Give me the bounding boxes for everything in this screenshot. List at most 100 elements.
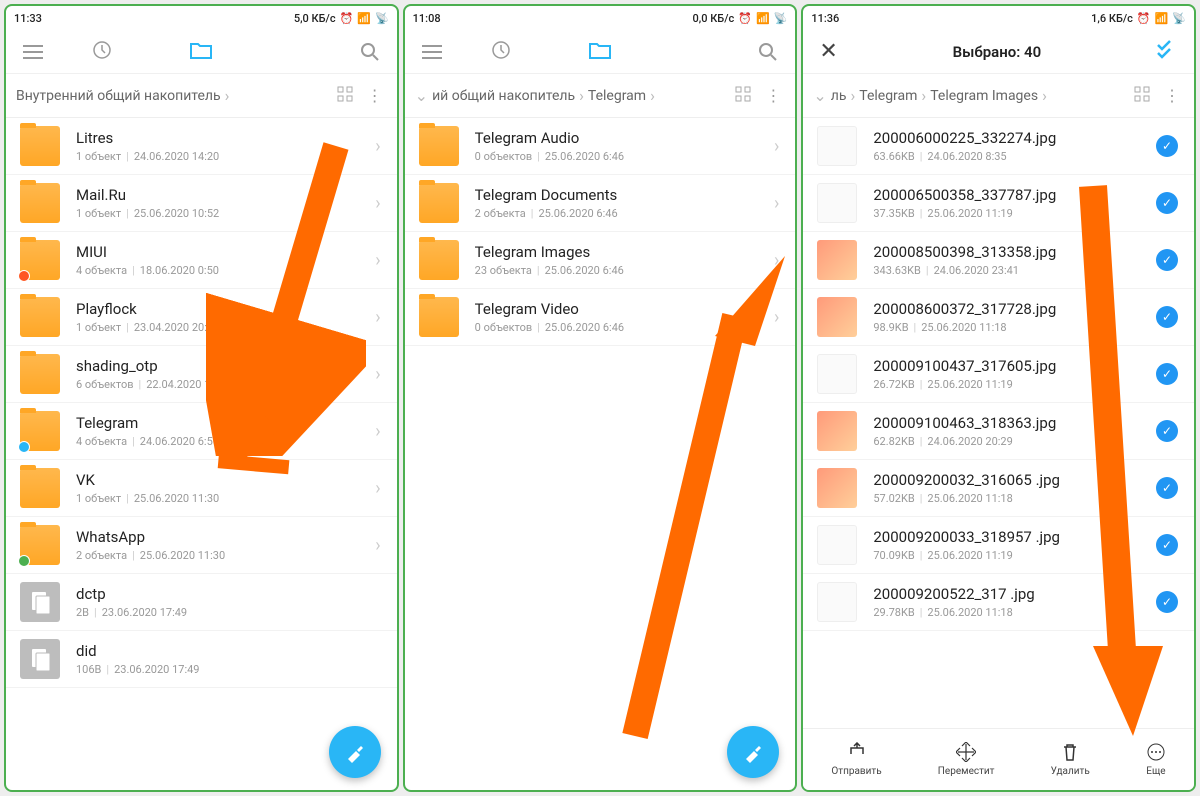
checkbox-checked[interactable]: ✓ bbox=[1156, 306, 1178, 328]
list-item[interactable]: Litres1 объект|24.06.2020 14:20› bbox=[6, 118, 397, 175]
chevron-left-icon[interactable]: ⌄ bbox=[415, 86, 428, 105]
clock: 11:36 bbox=[811, 12, 839, 25]
list-item[interactable]: 200009200033_318957 .jpg70.09KB|25.06.20… bbox=[803, 517, 1194, 574]
alarm-icon: ⏰ bbox=[1137, 12, 1151, 25]
list-item[interactable]: MIUI4 объекта|18.06.2020 0:50› bbox=[6, 232, 397, 289]
list-item[interactable]: 200008600372_317728.jpg98.9KB|25.06.2020… bbox=[803, 289, 1194, 346]
item-title: Litres bbox=[76, 129, 375, 147]
delete-button[interactable]: Удалить bbox=[1051, 742, 1090, 777]
list-item[interactable]: Telegram Documents2 объекта|25.06.2020 6… bbox=[405, 175, 796, 232]
list-item[interactable]: Telegram4 объекта|24.06.2020 6:50› bbox=[6, 403, 397, 460]
item-title: VK bbox=[76, 471, 375, 489]
status-bar: 11:08 0,0 КБ/с ⏰ 📶 📡 bbox=[405, 6, 796, 30]
menu-icon[interactable] bbox=[421, 41, 443, 63]
folder-icon bbox=[419, 297, 459, 337]
more-icon[interactable]: ⋮ bbox=[765, 86, 781, 105]
search-icon[interactable] bbox=[757, 41, 779, 63]
recent-icon[interactable] bbox=[491, 40, 511, 64]
item-title: Telegram Video bbox=[475, 300, 774, 318]
list-item[interactable]: 200009200032_316065 .jpg57.02KB|25.06.20… bbox=[803, 460, 1194, 517]
item-meta: 37.35KB|25.06.2020 11:19 bbox=[873, 207, 1156, 220]
item-title: Telegram bbox=[76, 414, 375, 432]
checkbox-checked[interactable]: ✓ bbox=[1156, 249, 1178, 271]
list-item[interactable]: Mail.Ru1 объект|25.06.2020 10:52› bbox=[6, 175, 397, 232]
item-title: MIUI bbox=[76, 243, 375, 261]
list-item[interactable]: shading_otp6 объектов|22.04.2020 14:09› bbox=[6, 346, 397, 403]
list-item[interactable]: 200006000225_332274.jpg 63.66KB|24.06.202… bbox=[803, 118, 1194, 175]
folder-icon bbox=[20, 354, 60, 394]
list-item[interactable]: Telegram Images23 объекта|25.06.2020 6:4… bbox=[405, 232, 796, 289]
grid-view-icon[interactable] bbox=[337, 86, 353, 106]
image-thumb bbox=[817, 354, 857, 394]
file-list: 200006000225_332274.jpg 63.66KB|24.06.202… bbox=[803, 118, 1194, 728]
search-icon[interactable] bbox=[359, 41, 381, 63]
list-item[interactable]: 200009100463_318363.jpg62.82KB|24.06.202… bbox=[803, 403, 1194, 460]
net-speed: 5,0 КБ/с bbox=[294, 12, 336, 25]
item-meta: 70.09KB|25.06.2020 11:19 bbox=[873, 549, 1156, 562]
folder-tab-icon[interactable] bbox=[589, 41, 611, 63]
clean-fab[interactable] bbox=[329, 726, 381, 778]
document-icon bbox=[20, 639, 60, 679]
list-item[interactable]: WhatsApp2 объекта|25.06.2020 11:30› bbox=[6, 517, 397, 574]
menu-icon[interactable] bbox=[22, 41, 44, 63]
list-item[interactable]: did106B|23.06.2020 17:49 bbox=[6, 631, 397, 688]
checkbox-checked[interactable]: ✓ bbox=[1156, 135, 1178, 157]
item-title: 200006000225_332274.jpg bbox=[873, 129, 1156, 147]
image-thumb bbox=[817, 297, 857, 337]
mi-badge bbox=[18, 270, 30, 282]
folder-icon bbox=[20, 468, 60, 508]
chevron-right-icon: › bbox=[774, 307, 779, 328]
selection-bar: ✕ Выбрано: 40 bbox=[803, 30, 1194, 74]
item-title: WhatsApp bbox=[76, 528, 375, 546]
clock: 11:33 bbox=[14, 12, 42, 25]
list-item[interactable]: 200009100437_317605.jpg26.72KB|25.06.202… bbox=[803, 346, 1194, 403]
list-item[interactable]: Telegram Audio0 объектов|25.06.2020 6:46… bbox=[405, 118, 796, 175]
move-button[interactable]: Переместит bbox=[938, 742, 995, 777]
folder-icon bbox=[20, 126, 60, 166]
alarm-icon: ⏰ bbox=[340, 12, 354, 25]
recent-icon[interactable] bbox=[92, 40, 112, 64]
chevron-right-icon: › bbox=[375, 364, 380, 385]
grid-view-icon[interactable] bbox=[735, 86, 751, 106]
net-speed: 0,0 КБ/с bbox=[693, 12, 735, 25]
selection-count: Выбрано: 40 bbox=[953, 43, 1042, 61]
folder-tab-icon[interactable] bbox=[190, 41, 212, 63]
chevron-left-icon[interactable]: ⌄ bbox=[813, 86, 826, 105]
send-button[interactable]: Отправить bbox=[831, 742, 881, 777]
clean-fab[interactable] bbox=[727, 726, 779, 778]
chevron-right-icon: › bbox=[375, 250, 380, 271]
checkbox-checked[interactable]: ✓ bbox=[1156, 534, 1178, 556]
item-title: Playflock bbox=[76, 300, 375, 318]
screen-3: 11:36 1,6 КБ/с ⏰ 📶 📡 ✕ Выбрано: 40 ⌄ ль … bbox=[801, 4, 1196, 792]
breadcrumb[interactable]: ⌄ ий общий накопитель › Telegram › ⋮ bbox=[405, 74, 796, 118]
item-meta: 6 объектов|22.04.2020 14:09 bbox=[76, 378, 375, 391]
breadcrumb[interactable]: ⌄ ль › Telegram › Telegram Images › ⋮ bbox=[803, 74, 1194, 118]
chevron-right-icon: › bbox=[774, 193, 779, 214]
more-icon[interactable]: ⋮ bbox=[367, 86, 383, 105]
list-item[interactable]: Telegram Video0 объектов|25.06.2020 6:46… bbox=[405, 289, 796, 346]
item-meta: 63.66KB|24.06.2020 8:35 bbox=[873, 150, 1156, 163]
checkbox-checked[interactable]: ✓ bbox=[1156, 363, 1178, 385]
checkbox-checked[interactable]: ✓ bbox=[1156, 591, 1178, 613]
close-icon[interactable]: ✕ bbox=[819, 39, 837, 64]
breadcrumb[interactable]: Внутренний общий накопитель › ⋮ bbox=[6, 74, 397, 118]
list-item[interactable]: 200006500358_337787.jpg37.35KB|25.06.202… bbox=[803, 175, 1194, 232]
item-meta: 2 объекта|25.06.2020 6:46 bbox=[475, 207, 774, 220]
checkbox-checked[interactable]: ✓ bbox=[1156, 192, 1178, 214]
list-item[interactable]: VK1 объект|25.06.2020 11:30› bbox=[6, 460, 397, 517]
document-icon bbox=[20, 582, 60, 622]
grid-view-icon[interactable] bbox=[1134, 86, 1150, 106]
more-icon[interactable]: ⋮ bbox=[1164, 86, 1180, 105]
net-speed: 1,6 КБ/с bbox=[1091, 12, 1133, 25]
checkbox-checked[interactable]: ✓ bbox=[1156, 420, 1178, 442]
list-item[interactable]: dctp2B|23.06.2020 17:49 bbox=[6, 574, 397, 631]
item-meta: 29.78KB|25.06.2020 11:18 bbox=[873, 606, 1156, 619]
list-item[interactable]: 200009200522_317 .jpg29.78KB|25.06.2020 … bbox=[803, 574, 1194, 631]
item-title: dctp bbox=[76, 585, 381, 603]
more-button[interactable]: Еще bbox=[1146, 742, 1166, 777]
checkbox-checked[interactable]: ✓ bbox=[1156, 477, 1178, 499]
list-item[interactable]: 200008500398_313358.jpg343.63KB|24.06.20… bbox=[803, 232, 1194, 289]
select-all-icon[interactable] bbox=[1156, 39, 1178, 65]
screen-2: 11:08 0,0 КБ/с ⏰ 📶 📡 ⌄ ий общий накопите… bbox=[403, 4, 798, 792]
list-item[interactable]: Playflock1 объект|23.04.2020 20:27› bbox=[6, 289, 397, 346]
